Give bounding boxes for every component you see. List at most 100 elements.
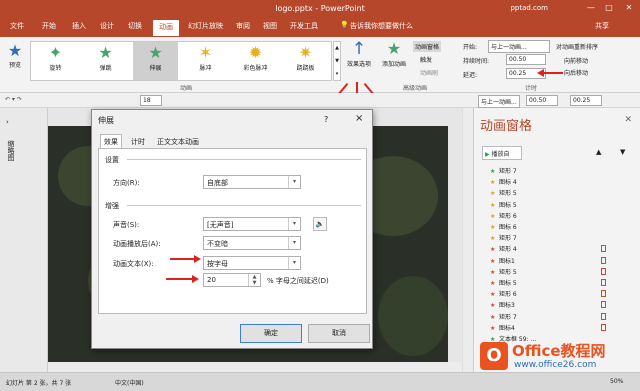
direction-select[interactable]: 自底部 ▾	[203, 175, 301, 189]
group-timing-label: 计时	[525, 85, 538, 92]
sound-label: 声音(S):	[113, 221, 140, 229]
zoom-level[interactable]: 50%	[610, 378, 623, 385]
tab-view[interactable]: 视图	[263, 21, 277, 31]
animation-list-item[interactable]: ★ 图标 6	[490, 222, 517, 232]
tab-file[interactable]: 文件	[10, 21, 24, 31]
animation-list-item[interactable]: ★ 图标4	[490, 323, 515, 333]
gallery-item-stretch[interactable]: ★ 伸展	[133, 42, 178, 80]
sound-select[interactable]: [无声音] ▾	[203, 217, 301, 231]
watermark-brand: Office教程网	[512, 342, 606, 360]
animation-list-item[interactable]: ★ 矩形 5	[490, 267, 517, 277]
thumbnail-pane: 缩略图 ›	[0, 108, 48, 373]
animation-painter-button[interactable]: 动画刷	[420, 68, 438, 77]
undo-icon[interactable]: ↶ ▾ ↷	[5, 96, 22, 103]
animation-star-icon: ★	[490, 268, 496, 276]
qat-delay-input[interactable]: 00.25	[570, 95, 602, 106]
help-button[interactable]: ?	[324, 115, 328, 124]
star-bounce-icon: ★	[98, 43, 113, 62]
dialog-body: 设置 方向(R): 自底部 ▾ 增强 声音(S): [无声音] ▾ 🔈 动画播放后(…	[98, 148, 367, 314]
dialog-close-button[interactable]: ×	[355, 113, 363, 124]
vertical-scrollbar[interactable]	[462, 108, 473, 372]
animation-list-item[interactable]: ★ 图标 4	[490, 177, 517, 187]
close-window-icon[interactable]: ✕	[622, 2, 636, 14]
animation-list-item[interactable]: ★ 矩形 7	[490, 312, 517, 322]
animation-item-label: 矩形 4	[499, 246, 517, 254]
speaker-icon[interactable]: 🔈	[313, 217, 327, 231]
tab-review[interactable]: 审阅	[236, 21, 250, 31]
maximize-icon[interactable]: □	[602, 2, 616, 14]
tell-me-box[interactable]: 告诉我你想要做什么	[350, 21, 413, 31]
trigger-button[interactable]: 触发	[420, 55, 432, 64]
forest-texture	[378, 276, 448, 356]
animation-item-label: 图标 6	[499, 224, 517, 231]
timeline-bar	[601, 245, 606, 253]
effect-options-button[interactable]: ↑ 效果选项	[344, 39, 374, 68]
animation-list-item[interactable]: ★ 矩形 7	[490, 166, 517, 176]
gallery-item-spin[interactable]: ✦ 旋转	[33, 42, 78, 80]
gallery-scroll[interactable]: ▲ ▼ ▾	[333, 41, 341, 81]
animation-list-item[interactable]: ★ 图标3	[490, 300, 515, 310]
minimize-icon[interactable]: —	[584, 2, 598, 14]
settings-header: 设置	[105, 156, 119, 164]
star-spin-icon: ✦	[48, 43, 63, 62]
tab-animations[interactable]: 动画	[153, 20, 179, 36]
animation-list-item[interactable]: ★ 矩形 7	[490, 233, 517, 243]
move-down-icon[interactable]: ▼	[620, 148, 625, 156]
animation-star-icon: ★	[490, 168, 496, 175]
tab-slideshow[interactable]: 幻灯片放映	[188, 21, 223, 31]
chevron-down-icon: ▾	[288, 176, 300, 188]
font-size-input[interactable]: 18	[140, 95, 162, 106]
cancel-button[interactable]: 取消	[308, 324, 370, 343]
animation-list-item[interactable]: ★ 矩形 5	[490, 188, 517, 198]
thumbnail-label[interactable]: 缩略图	[6, 140, 16, 161]
gallery-item-bounce[interactable]: ★ 弹跳	[83, 42, 128, 80]
qat-start-select[interactable]: 与上一动画...	[478, 95, 520, 108]
tab-developer[interactable]: 开发工具	[290, 21, 318, 31]
animation-list-item[interactable]: ★ 图标 5	[490, 200, 517, 210]
watermark: O Office教程网 www.office26.com	[474, 336, 640, 376]
tab-transitions[interactable]: 切换	[128, 21, 142, 31]
spinner-icon[interactable]: ▲ ▼	[248, 274, 260, 286]
after-animation-select[interactable]: 不变暗 ▾	[203, 236, 301, 250]
animation-item-label: 矩形 7	[499, 235, 517, 243]
animation-list-item[interactable]: ★ 图标1	[490, 256, 515, 266]
animation-item-label: 图标 5	[499, 201, 517, 209]
tab-design[interactable]: 设计	[100, 21, 114, 31]
close-pane-icon[interactable]: ✕	[624, 115, 632, 125]
preview-button[interactable]: ★ 预览	[4, 41, 26, 69]
tab-text-animation[interactable]: 正文文本动画	[154, 136, 202, 148]
tab-timing[interactable]: 计时	[128, 136, 148, 148]
ok-button[interactable]: 确定	[240, 324, 302, 343]
enhance-header: 增强	[105, 202, 119, 210]
duration-input[interactable]: 00.50	[506, 54, 546, 65]
animation-list-item[interactable]: ★ 矩形 6	[490, 289, 517, 299]
move-earlier-button[interactable]: 向前移动	[564, 56, 588, 65]
animate-text-select[interactable]: 按字母 ▾	[203, 256, 301, 270]
animation-list-item[interactable]: ★ 矩形 6	[490, 211, 517, 221]
qat-duration-input[interactable]: 00.50	[526, 95, 558, 106]
chevron-down-icon: ▾	[288, 257, 300, 269]
animation-pane-button[interactable]: 动画窗格	[413, 41, 442, 52]
play-from-button[interactable]: ▶ 播放自	[482, 146, 522, 160]
share-button[interactable]: 共享	[595, 21, 609, 31]
timeline-bar	[601, 290, 606, 298]
add-animation-button[interactable]: ★ 添加动画	[378, 39, 410, 68]
lightbulb-icon: 💡	[340, 21, 349, 29]
letter-delay-suffix: % 字母之间延迟(D)	[267, 277, 329, 285]
move-up-icon[interactable]: ▲	[596, 148, 601, 156]
gallery-item-pulse[interactable]: ✶ 脉冲	[183, 42, 228, 80]
letter-delay-input[interactable]: 20 ▲ ▼	[203, 273, 261, 287]
animation-item-label: 矩形 7	[499, 168, 517, 175]
gallery-item-color-pulse[interactable]: ✹ 彩色脉冲	[233, 42, 278, 80]
animation-list-item[interactable]: ★ 图标 5	[490, 278, 517, 288]
tab-insert[interactable]: 插入	[72, 21, 86, 31]
start-select[interactable]: 与上一动画...	[488, 40, 550, 53]
animation-item-label: 图标 4	[499, 179, 517, 187]
collapse-icon[interactable]: ›	[6, 118, 9, 126]
move-later-button[interactable]: 向后移动	[564, 68, 588, 77]
animation-list-item[interactable]: ★ 矩形 4	[490, 244, 517, 254]
horizontal-scrollbar[interactable]	[48, 362, 462, 372]
animation-item-label: 图标4	[499, 324, 515, 332]
tab-home[interactable]: 开始	[42, 21, 56, 31]
gallery-item-teeter[interactable]: ✷ 跷跷板	[283, 42, 328, 80]
